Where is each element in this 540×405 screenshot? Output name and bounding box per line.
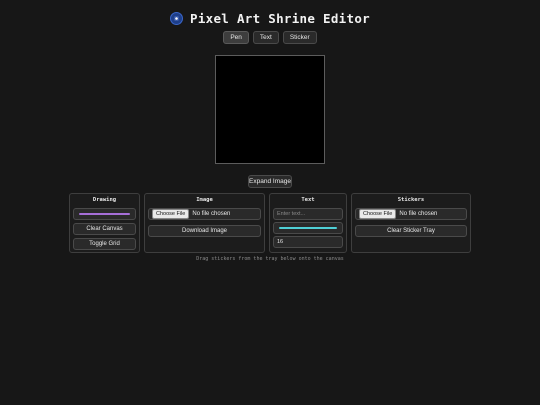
download-image-button[interactable]: Download Image xyxy=(148,225,261,237)
file-status: No file chosen xyxy=(192,211,231,217)
expand-image-button[interactable]: Expand Image xyxy=(248,175,292,188)
choose-file-button[interactable]: Choose File xyxy=(152,208,190,220)
toggle-grid-button[interactable]: Toggle Grid xyxy=(73,238,136,250)
pen-color-picker[interactable] xyxy=(73,208,136,220)
panel-title: Drawing xyxy=(92,197,117,203)
image-panel: Image Choose File No file chosen Downloa… xyxy=(144,193,265,253)
text-color-swatch xyxy=(279,227,337,229)
text-color-picker[interactable] xyxy=(273,222,343,234)
panel-title: Text xyxy=(301,197,315,203)
text-input[interactable]: Enter text... xyxy=(273,208,343,220)
stickers-panel: Stickers Choose File No file chosen Clea… xyxy=(351,193,471,253)
mode-toolbar: Pen Text Sticker xyxy=(0,31,540,44)
app-header: Pixel Art Shrine Editor xyxy=(0,11,540,26)
drawing-panel: Drawing Clear Canvas Toggle Grid xyxy=(69,193,140,253)
sticker-file-input[interactable]: Choose File No file chosen xyxy=(355,208,467,220)
eye-charm-icon xyxy=(170,12,183,25)
drawing-canvas[interactable] xyxy=(215,55,325,164)
sticker-hint: Drag stickers from the tray below onto t… xyxy=(196,256,344,262)
font-size-input[interactable]: 16 xyxy=(273,236,343,248)
image-file-input[interactable]: Choose File No file chosen xyxy=(148,208,261,220)
clear-canvas-button[interactable]: Clear Canvas xyxy=(73,223,136,235)
mode-sticker-button[interactable]: Sticker xyxy=(282,31,317,44)
panel-title: Stickers xyxy=(397,197,425,203)
app-title: Pixel Art Shrine Editor xyxy=(190,11,370,26)
pen-color-swatch xyxy=(79,213,130,215)
panel-title: Image xyxy=(196,197,213,203)
file-status: No file chosen xyxy=(399,211,438,217)
clear-sticker-tray-button[interactable]: Clear Sticker Tray xyxy=(355,225,467,237)
mode-pen-button[interactable]: Pen xyxy=(223,31,249,44)
mode-text-button[interactable]: Text xyxy=(252,31,279,44)
text-panel: Text Enter text... 16 xyxy=(269,193,347,253)
choose-file-button[interactable]: Choose File xyxy=(359,208,397,220)
